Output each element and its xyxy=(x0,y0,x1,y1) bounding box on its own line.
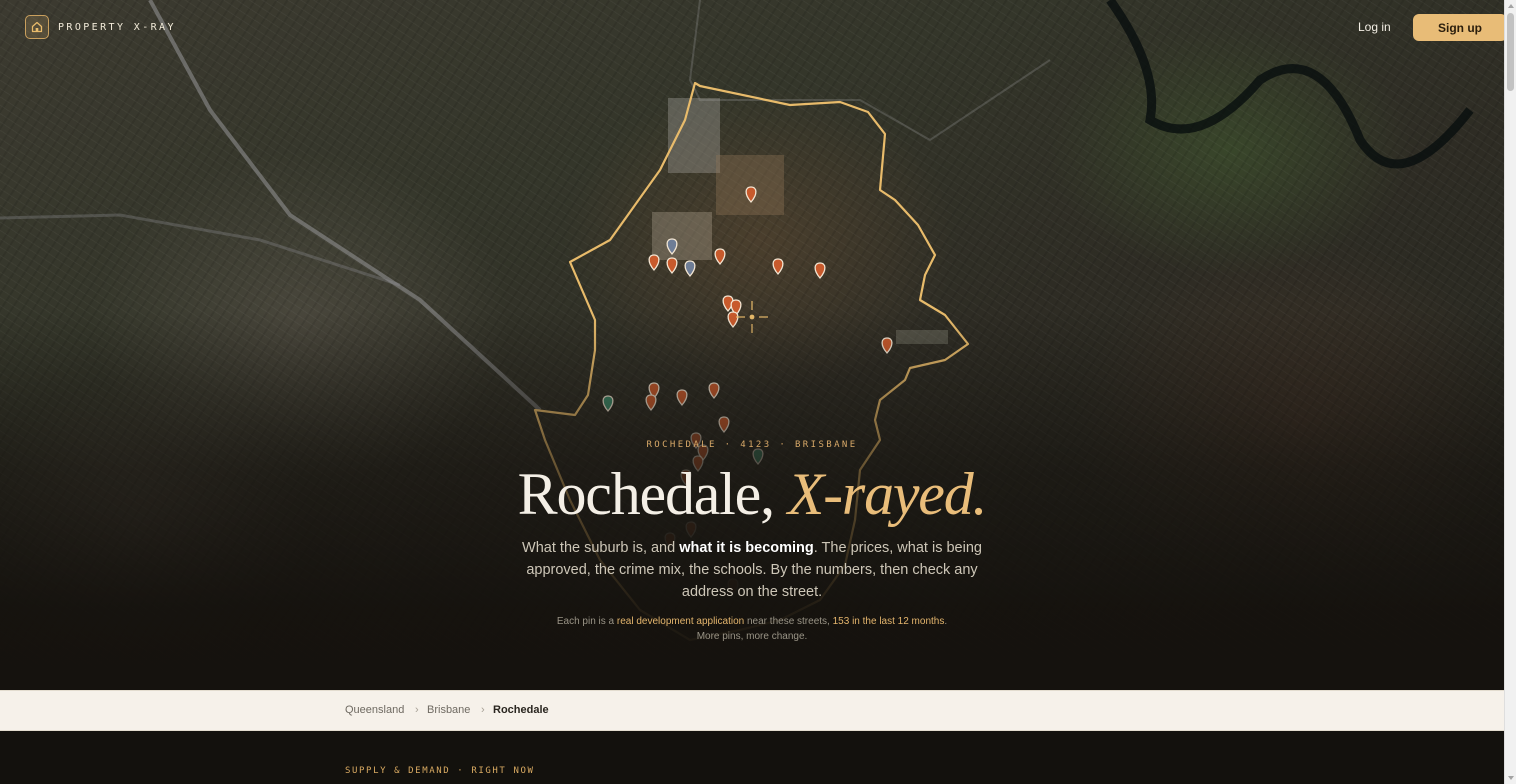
hero-note: Each pin is a real development applicati… xyxy=(520,614,984,644)
breadcrumb-item-brisbane[interactable]: Brisbane xyxy=(427,704,470,716)
hero-eyebrow: ROCHEDALE · 4123 · BRISBANE xyxy=(646,440,858,450)
note-highlight-1: real development application xyxy=(616,616,745,627)
scroll-up-icon[interactable] xyxy=(1508,4,1514,8)
brand-link[interactable]: PROPERTY X-RAY xyxy=(25,15,176,39)
section-eyebrow: SUPPLY & DEMAND · RIGHT NOW xyxy=(345,766,535,776)
hero-lead: What the suburb is, and what it is becom… xyxy=(512,537,992,603)
lead-bold: what it is becoming xyxy=(679,540,814,556)
hero-title: Rochedale, X-rayed. xyxy=(0,457,1504,531)
note-highlight-2: 153 in the last 12 months xyxy=(832,616,945,627)
breadcrumb-separator: › xyxy=(415,704,419,716)
signup-button[interactable]: Sign up xyxy=(1413,14,1507,41)
breadcrumb-item-rochedale: Rochedale xyxy=(493,704,549,716)
brand-name: PROPERTY X-RAY xyxy=(58,21,176,33)
note-part-2: near these streets, xyxy=(744,616,833,627)
house-icon xyxy=(25,15,49,39)
note-part-1: Each pin is a xyxy=(556,616,617,627)
login-link[interactable]: Log in xyxy=(1358,20,1391,34)
hero-section: ROCHEDALE · 4123 · BRISBANE Rochedale, X… xyxy=(0,0,1504,690)
lead-part-1: What the suburb is, and xyxy=(522,540,680,556)
breadcrumb: Queensland › Brisbane › Rochedale xyxy=(0,690,1504,731)
breadcrumb-item-queensland[interactable]: Queensland xyxy=(345,704,404,716)
page-scrollbar[interactable] xyxy=(1504,0,1516,784)
supply-demand-section: SUPPLY & DEMAND · RIGHT NOW xyxy=(0,731,1504,784)
breadcrumb-separator: › xyxy=(481,704,485,716)
scrollbar-thumb[interactable] xyxy=(1507,13,1514,91)
hero-title-main: Rochedale, xyxy=(517,461,775,527)
note-part-3: . xyxy=(944,616,948,627)
scroll-down-icon[interactable] xyxy=(1508,776,1514,780)
note-line-2: More pins, more change. xyxy=(696,631,808,642)
hero-title-accent: X-rayed. xyxy=(787,461,988,527)
